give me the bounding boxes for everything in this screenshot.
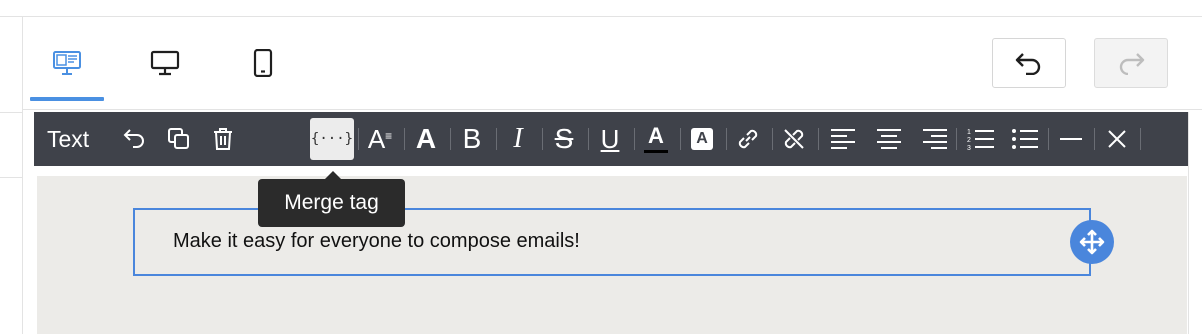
- mobile-preview-button[interactable]: [226, 40, 300, 86]
- clear-format-icon: [1108, 130, 1126, 148]
- toolbar-separator: [404, 128, 405, 150]
- font-size-icon: A≡: [367, 123, 393, 154]
- toolbar-separator: [1048, 128, 1049, 150]
- right-border: [1188, 112, 1189, 334]
- duplicate-button[interactable]: [160, 120, 198, 158]
- undo-icon: [123, 129, 144, 148]
- toolbar-separator: [1094, 128, 1095, 150]
- font-family-button[interactable]: A: [407, 120, 445, 158]
- left-panel-edge: [0, 112, 22, 178]
- redo-icon: [1119, 53, 1145, 75]
- merge-tag-button[interactable]: {···}: [310, 118, 354, 160]
- unlink-button[interactable]: [775, 120, 813, 158]
- link-icon: [738, 129, 758, 149]
- align-right-button[interactable]: [916, 120, 954, 158]
- strikethrough-icon: S: [554, 123, 574, 154]
- toolbar-separator: [634, 128, 635, 150]
- desktop-icon: [150, 50, 180, 76]
- strikethrough-button[interactable]: S: [545, 120, 583, 158]
- bold-button[interactable]: B: [453, 120, 491, 158]
- trash-icon: [214, 128, 232, 150]
- text-color-button[interactable]: A: [637, 120, 675, 158]
- tooltip-arrow: [325, 171, 341, 179]
- align-center-icon: [877, 129, 901, 149]
- toolbar-separator: [1140, 128, 1141, 150]
- toolbar-separator: [818, 128, 819, 150]
- svg-text:1: 1: [967, 129, 971, 136]
- ordered-list-button[interactable]: 1 2 3: [962, 120, 1000, 158]
- align-right-icon: [923, 129, 947, 149]
- svg-text:3: 3: [967, 145, 971, 151]
- toolbar-separator: [588, 128, 589, 150]
- text-color-icon: A: [644, 125, 668, 153]
- design-view-button[interactable]: [30, 40, 104, 86]
- align-left-button[interactable]: [824, 120, 862, 158]
- font-family-icon: A: [415, 123, 437, 154]
- underline-button[interactable]: U: [591, 120, 629, 158]
- tooltip-text: Merge tag: [284, 191, 379, 214]
- toolbar-separator: [496, 128, 497, 150]
- underline-icon: U: [600, 123, 620, 154]
- mobile-icon: [253, 49, 273, 77]
- duplicate-icon: [168, 128, 189, 149]
- undo-icon: [1015, 53, 1041, 75]
- delete-button[interactable]: [204, 120, 242, 158]
- bullet-list-icon: [1012, 129, 1038, 149]
- desktop-preview-button[interactable]: [128, 40, 202, 86]
- align-left-icon: [831, 129, 855, 149]
- text-content[interactable]: Make it easy for everyone to compose ema…: [173, 230, 580, 253]
- horizontal-rule-button[interactable]: [1052, 120, 1090, 158]
- italic-icon: I: [513, 123, 523, 154]
- redo-button[interactable]: [1094, 38, 1168, 88]
- toolbar-undo-button[interactable]: [116, 120, 154, 158]
- toolbar-separator: [358, 128, 359, 150]
- move-icon: [1079, 229, 1105, 255]
- background-color-button[interactable]: A: [683, 120, 721, 158]
- merge-tag-icon: {···}: [310, 131, 354, 147]
- merge-tag-tooltip: Merge tag: [258, 179, 405, 227]
- toolbar-separator: [680, 128, 681, 150]
- unlink-icon: [784, 129, 804, 149]
- move-handle[interactable]: [1070, 220, 1114, 264]
- left-border: [22, 17, 23, 334]
- ordered-list-icon: 1 2 3: [967, 129, 994, 151]
- svg-text:2: 2: [967, 137, 971, 144]
- text-toolbar: Text {···} A≡ A B I S U A A 1 2 3: [34, 112, 1188, 166]
- bullet-list-button[interactable]: [1006, 120, 1044, 158]
- horizontal-rule-icon: [1060, 138, 1082, 140]
- monitor-code-icon: [53, 51, 81, 75]
- bold-icon: B: [462, 123, 482, 154]
- toolbar-separator: [450, 128, 451, 150]
- toolbar-title: Text: [47, 126, 90, 152]
- toolbar-separator: [772, 128, 773, 150]
- toolbar-separator: [726, 128, 727, 150]
- background-color-icon: A: [691, 128, 713, 150]
- font-size-button[interactable]: A≡: [361, 120, 399, 158]
- italic-button[interactable]: I: [499, 120, 537, 158]
- header-divider: [23, 109, 1202, 110]
- toolbar-separator: [956, 128, 957, 150]
- active-view-indicator: [30, 97, 104, 101]
- clear-format-button[interactable]: [1098, 120, 1136, 158]
- align-center-button[interactable]: [870, 120, 908, 158]
- undo-button[interactable]: [992, 38, 1066, 88]
- toolbar-separator: [542, 128, 543, 150]
- top-border: [0, 16, 1202, 17]
- link-button[interactable]: [729, 120, 767, 158]
